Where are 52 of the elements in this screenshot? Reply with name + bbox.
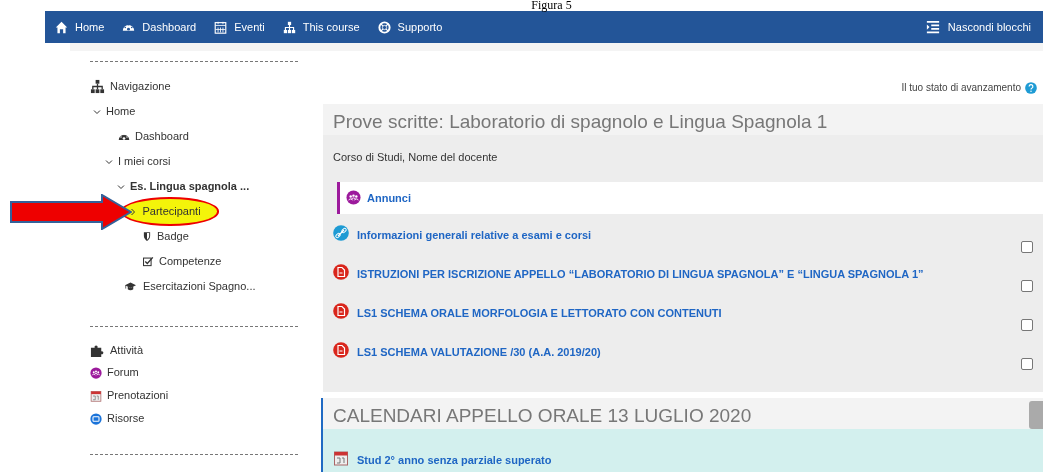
calendar-icon	[90, 389, 102, 402]
shield-icon	[142, 231, 152, 242]
tree-item[interactable]: Dashboard	[135, 128, 189, 145]
calendar-icon	[333, 450, 349, 466]
section-summary: Corso di Studi, Nome del docente	[333, 150, 499, 165]
tree-item[interactable]: Badge	[157, 228, 189, 245]
nav-link[interactable]: Supporto	[377, 18, 443, 36]
tree-item[interactable]: Competenze	[159, 253, 222, 270]
nav-link[interactable]: This course	[282, 18, 360, 36]
progress-label: Il tuo stato di avanzamento	[901, 81, 1021, 95]
tree-item[interactable]: Home	[106, 103, 136, 120]
resource-icon	[90, 412, 102, 425]
tree-item[interactable]: Esercitazioni Spagno...	[143, 278, 256, 295]
link-icon	[333, 225, 349, 241]
activity-link[interactable]: LS1 SCHEMA ORALE MORFOLOGIA E LETTORATO CON CONTENUTI	[357, 303, 722, 322]
nav-link[interactable]: Dashboard	[122, 18, 197, 36]
completion-checkbox[interactable]	[1021, 319, 1033, 331]
list-indent-icon	[924, 20, 941, 34]
nav-link[interactable]: Home	[55, 18, 105, 36]
block-title: Navigazione	[110, 79, 171, 95]
forum-icon	[346, 190, 361, 206]
hide-blocks-link[interactable]: Nascondi blocchi	[924, 18, 1031, 36]
help-icon	[1025, 81, 1037, 94]
activity-link[interactable]: Risorse	[107, 410, 145, 427]
pdf-icon	[333, 342, 349, 358]
section-title: Prove scritte: Laboratorio di spagnolo e Lingua Spagnola 1	[323, 104, 1043, 135]
block-title: Attività	[110, 342, 143, 358]
graduation-cap-icon	[123, 281, 138, 292]
section-title: CALENDARI APPELLO ORALE 13 LUGLIO 2020	[323, 398, 1043, 429]
activity-link[interactable]: ISTRUZIONI PER ISCRIZIONE APPELLO “LABORATORIO DI LINGUA SPAGNOLA” E “LINGUA SPAGNOLA 1”	[357, 264, 924, 283]
forum-icon	[90, 366, 102, 379]
activity-link[interactable]: LS1 SCHEMA VALUTAZIONE /30 (A.A. 2019/20)	[357, 342, 601, 361]
pdf-icon	[333, 303, 349, 319]
activity-link[interactable]: Stud 2° anno senza parziale superato	[357, 450, 552, 469]
activity-link[interactable]: Prenotazioni	[107, 387, 169, 404]
activity-link[interactable]: Informazioni generali relative a esami e corsi	[357, 225, 592, 244]
activity-link[interactable]: Forum	[107, 364, 139, 381]
pdf-icon	[333, 264, 349, 280]
sitemap-icon	[90, 79, 105, 94]
tree-item[interactable]: Es. Lingua spagnola ...	[130, 178, 250, 195]
sitemap-icon	[282, 20, 296, 34]
home-icon	[55, 20, 68, 34]
nav-link[interactable]: Eventi	[214, 18, 265, 36]
completion-checkbox[interactable]	[1021, 280, 1033, 292]
completion-checkbox[interactable]	[1021, 358, 1033, 370]
activity-link[interactable]: Annunci	[367, 189, 411, 206]
calendar-icon	[214, 20, 228, 34]
lifebuoy-icon	[377, 20, 391, 34]
completion-checkbox[interactable]	[1021, 241, 1033, 253]
figure-caption: Figura 5	[530, 0, 573, 11]
checkbox-icon	[142, 256, 154, 267]
tree-item[interactable]: I miei corsi	[118, 153, 171, 170]
